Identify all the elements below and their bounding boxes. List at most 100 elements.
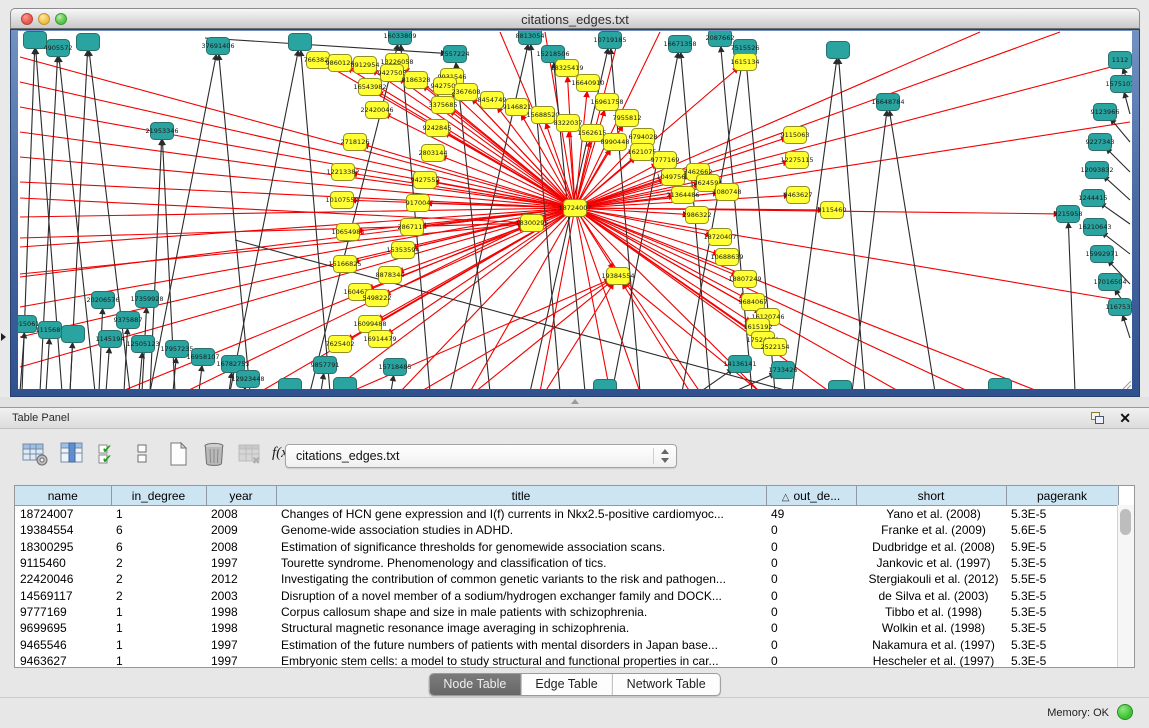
graph-node[interactable]: 7625402 — [326, 336, 355, 353]
select-rows-icon[interactable]: ✔✔ — [96, 440, 120, 468]
network-window[interactable]: citations_edges.txt 49055723769140616033… — [10, 8, 1140, 397]
cell-title[interactable]: Investigating the contribution of common… — [276, 571, 766, 587]
graph-node[interactable]: 2522154 — [761, 339, 790, 356]
panel-divider[interactable] — [0, 397, 1149, 407]
scrollbar-thumb[interactable] — [1120, 509, 1131, 535]
table-row[interactable]: 911546021997Tourette syndrome. Phenomeno… — [15, 555, 1118, 571]
graph-node[interactable]: 16648784 — [871, 94, 904, 111]
graph-node[interactable]: 16033809 — [383, 31, 416, 45]
graph-node[interactable]: 1167533 — [1106, 299, 1132, 316]
cell-short[interactable]: Stergiakouli et al. (2012) — [856, 571, 1006, 587]
cell-in_degree[interactable]: 1 — [111, 604, 206, 620]
graph-node[interactable]: 6794028 — [629, 129, 658, 146]
graph-node[interactable]: 16782753 — [216, 356, 249, 373]
table-row[interactable]: 2242004622012Investigating the contribut… — [15, 571, 1118, 587]
graph-node[interactable]: 16099488 — [353, 316, 386, 333]
graph-node[interactable]: 16961758 — [590, 94, 623, 111]
tab-node-table[interactable]: Node Table — [429, 674, 521, 695]
graph-node[interactable]: 2367608 — [452, 84, 481, 101]
graph-node[interactable]: 10719185 — [593, 32, 626, 49]
graph-node[interactable]: 37691406 — [201, 38, 234, 55]
cell-short[interactable]: Jankovic et al. (1997) — [856, 555, 1006, 571]
graph-node[interactable]: 3375685 — [429, 97, 458, 114]
cell-name[interactable]: 9463627 — [15, 653, 111, 668]
graph-node[interactable] — [594, 380, 617, 390]
cell-title[interactable]: Estimation of the future numbers of pati… — [276, 636, 766, 652]
cell-in_degree[interactable]: 1 — [111, 636, 206, 652]
cell-title[interactable]: Embryonic stem cells: a model to study s… — [276, 653, 766, 668]
graph-node[interactable]: 18720407 — [703, 229, 736, 246]
graph-node[interactable] — [827, 42, 850, 59]
graph-node[interactable]: 9115063 — [781, 127, 810, 144]
cell-short[interactable]: Wolkin et al. (1998) — [856, 620, 1006, 636]
graph-node[interactable] — [829, 381, 852, 390]
graph-node[interactable]: 9375887 — [114, 312, 143, 329]
graph-node[interactable]: 2867110 — [398, 219, 427, 236]
graph-node[interactable]: 19384554 — [601, 268, 634, 285]
column-header-year[interactable]: year — [206, 486, 276, 506]
cell-name[interactable]: 14569117 — [15, 587, 111, 603]
graph-node[interactable]: 12923448 — [231, 371, 264, 388]
cell-title[interactable]: Tourette syndrome. Phenomenology and cla… — [276, 555, 766, 571]
graph-node[interactable]: 8186328 — [402, 72, 431, 89]
cell-year[interactable]: 2012 — [206, 571, 276, 587]
cell-short[interactable]: Nakamura et al. (1997) — [856, 636, 1006, 652]
cell-name[interactable]: 22420046 — [15, 571, 111, 587]
cell-name[interactable]: 9699695 — [15, 620, 111, 636]
graph-node[interactable]: 2718126 — [341, 134, 370, 151]
cell-out_degree[interactable]: 0 — [766, 571, 856, 587]
graph-node[interactable]: 7955812 — [613, 110, 642, 127]
cell-short[interactable]: Dudbridge et al. (2008) — [856, 539, 1006, 555]
cell-name[interactable]: 9777169 — [15, 604, 111, 620]
graph-node[interactable]: 9227343 — [1086, 134, 1115, 151]
cell-year[interactable]: 1998 — [206, 620, 276, 636]
table-row[interactable]: 1456911722003Disruption of a novel membe… — [15, 587, 1118, 603]
cell-in_degree[interactable]: 6 — [111, 539, 206, 555]
graph-node[interactable]: 15353594 — [386, 242, 419, 259]
graph-node[interactable] — [334, 378, 357, 390]
cell-in_degree[interactable]: 2 — [111, 587, 206, 603]
graph-node[interactable]: 9427552 — [411, 172, 440, 189]
cell-out_degree[interactable]: 0 — [766, 587, 856, 603]
graph-node[interactable]: 9684067 — [739, 294, 768, 311]
graph-node[interactable]: 17359928 — [130, 291, 163, 308]
table-row[interactable]: 1830029562008Estimation of significance … — [15, 539, 1118, 555]
row-height-icon[interactable] — [134, 440, 150, 468]
graph-node[interactable]: 9123966 — [1091, 104, 1120, 121]
graph-node[interactable]: 12505123 — [126, 336, 159, 353]
column-header-short[interactable]: short — [856, 486, 1006, 506]
graph-node[interactable]: 12213382 — [326, 164, 359, 181]
table-scrollbar[interactable] — [1117, 505, 1134, 667]
graph-node[interactable]: 17016504 — [1093, 274, 1126, 291]
cell-name[interactable]: 18300295 — [15, 539, 111, 555]
graph-node[interactable]: 1733426 — [769, 362, 798, 379]
table-settings-icon[interactable] — [20, 440, 50, 468]
cell-out_degree[interactable]: 49 — [766, 506, 856, 523]
cell-title[interactable]: Structural magnetic resonance image aver… — [276, 620, 766, 636]
cell-in_degree[interactable]: 1 — [111, 653, 206, 668]
graph-node[interactable] — [62, 326, 85, 343]
cell-in_degree[interactable]: 2 — [111, 555, 206, 571]
graph-node[interactable]: 917004 — [406, 195, 431, 212]
graph-node[interactable]: 4905572 — [44, 40, 73, 57]
cell-pagerank[interactable]: 5.3E-5 — [1006, 555, 1118, 571]
table-row[interactable]: 977716911998Corpus callosum shape and si… — [15, 604, 1118, 620]
graph-node[interactable]: 8878344 — [376, 267, 405, 284]
cell-out_degree[interactable]: 0 — [766, 555, 856, 571]
cell-out_degree[interactable]: 0 — [766, 522, 856, 538]
graph-node[interactable]: 16640910 — [571, 75, 604, 92]
tab-network-table[interactable]: Network Table — [613, 674, 720, 695]
cell-title[interactable]: Estimation of significance thresholds fo… — [276, 539, 766, 555]
graph-node[interactable] — [77, 34, 100, 51]
column-header-in_degree[interactable]: in_degree — [111, 486, 206, 506]
graph-node[interactable]: 15992971 — [1085, 246, 1118, 263]
cell-title[interactable]: Changes of HCN gene expression and I(f) … — [276, 506, 766, 523]
graph-node[interactable]: 9242845 — [423, 120, 452, 137]
cell-title[interactable]: Disruption of a novel member of a sodium… — [276, 587, 766, 603]
graph-node[interactable]: 18300295 — [515, 215, 548, 232]
graph-node[interactable]: 18724007 — [558, 200, 591, 217]
graph-node[interactable]: 10107552 — [325, 192, 358, 209]
graph-node[interactable]: 18807249 — [728, 271, 761, 288]
cell-year[interactable]: 1998 — [206, 604, 276, 620]
graph-node[interactable]: 16543982 — [353, 79, 386, 96]
